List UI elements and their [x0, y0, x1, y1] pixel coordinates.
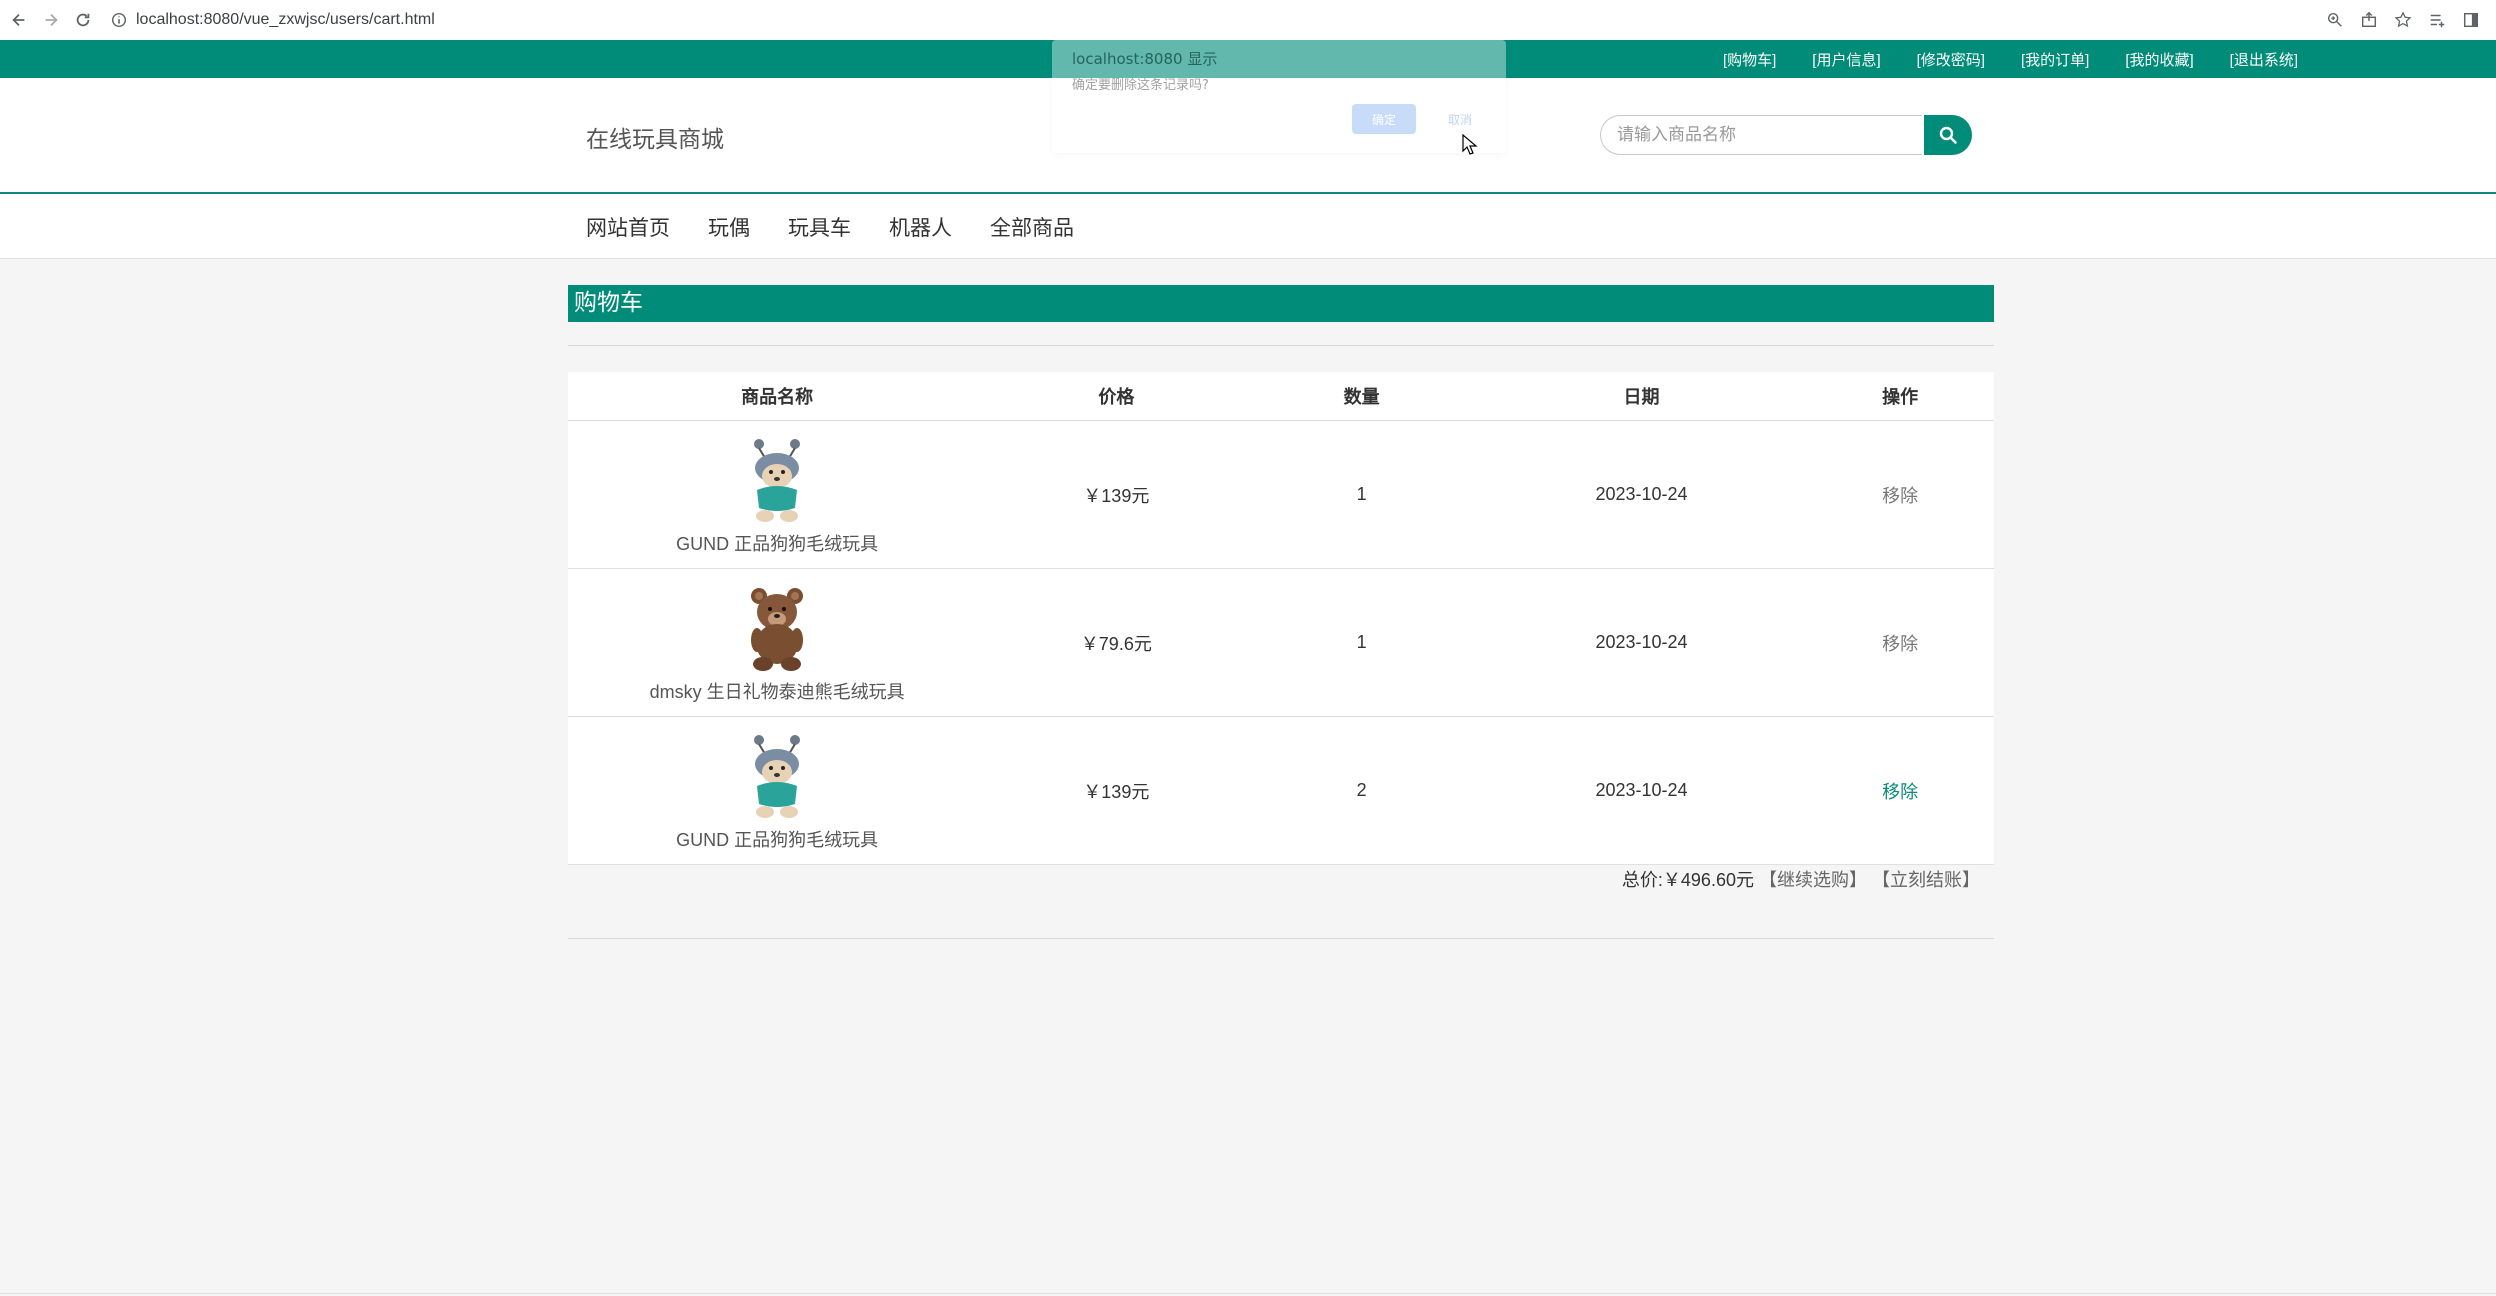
bookmark-star-icon[interactable]	[2388, 5, 2418, 35]
zoom-icon[interactable]	[2320, 5, 2350, 35]
product-image-dog-plush[interactable]	[737, 434, 817, 524]
product-date: 2023-10-24	[1476, 568, 1807, 717]
toplink-my-orders[interactable]: [我的订单]	[2021, 49, 2089, 70]
url-text[interactable]: localhost:8080/vue_zxwjsc/users/cart.htm…	[136, 11, 435, 29]
back-arrow-icon[interactable]	[6, 7, 32, 33]
cart-title: 购物车	[568, 285, 1994, 322]
product-quantity: 1	[1246, 568, 1477, 717]
product-name[interactable]: GUND 正品狗狗毛绒玩具	[676, 530, 878, 556]
confirm-dialog: localhost:8080 显示 确定要删除这条记录吗? 确定 取消	[1052, 40, 1506, 153]
main-nav: 网站首页 玩偶 玩具车 机器人 全部商品	[0, 194, 2496, 259]
checkout-link[interactable]: 【立刻结账】	[1872, 870, 1980, 890]
share-icon[interactable]	[2354, 5, 2384, 35]
product-name[interactable]: GUND 正品狗狗毛绒玩具	[676, 826, 878, 852]
product-quantity: 1	[1246, 420, 1477, 569]
table-row: GUND 正品狗狗毛绒玩具 ￥139元 2 2023-10-24 移除	[568, 716, 1994, 865]
product-date: 2023-10-24	[1476, 716, 1807, 865]
toplink-user-info[interactable]: [用户信息]	[1812, 49, 1880, 70]
column-header-date: 日期	[1476, 372, 1807, 421]
cart-summary: 总价:￥496.60元 【继续选购】 【立刻结账】	[568, 866, 1980, 892]
column-header-action: 操作	[1806, 372, 1994, 421]
nav-item-home[interactable]: 网站首页	[586, 212, 670, 242]
search-button[interactable]	[1924, 115, 1972, 155]
product-quantity: 2	[1246, 716, 1477, 865]
toplink-change-password[interactable]: [修改密码]	[1917, 49, 1985, 70]
browser-toolbar: localhost:8080/vue_zxwjsc/users/cart.htm…	[0, 0, 2496, 41]
address-bar[interactable]: localhost:8080/vue_zxwjsc/users/cart.htm…	[110, 11, 435, 29]
product-price: ￥139元	[986, 716, 1247, 865]
remove-button[interactable]: 移除	[1882, 634, 1918, 654]
site-info-icon[interactable]	[110, 11, 128, 29]
product-image-teddy-bear[interactable]	[737, 582, 817, 672]
product-name[interactable]: dmsky 生日礼物泰迪熊毛绒玩具	[650, 678, 905, 704]
reload-icon[interactable]	[70, 7, 96, 33]
nav-item-robots[interactable]: 机器人	[889, 212, 952, 242]
column-header-quantity: 数量	[1246, 372, 1477, 421]
side-panel-icon[interactable]	[2456, 5, 2486, 35]
dialog-title: localhost:8080 显示	[1072, 50, 1218, 68]
divider	[0, 1293, 2496, 1294]
cart-table: 商品名称 价格 数量 日期 操作 GUND 正品狗狗毛绒玩具 ￥139元 1 2…	[568, 372, 1994, 865]
table-header-row: 商品名称 价格 数量 日期 操作	[568, 372, 1994, 421]
toplink-logout[interactable]: [退出系统]	[2230, 49, 2298, 70]
column-header-price: 价格	[986, 372, 1247, 421]
mouse-cursor-icon	[1462, 134, 1478, 155]
continue-shopping-link[interactable]: 【继续选购】	[1759, 870, 1867, 890]
total-price: 总价:￥496.60元	[1621, 870, 1754, 890]
site-title[interactable]: 在线玩具商城	[586, 120, 724, 154]
product-image-dog-plush[interactable]	[737, 730, 817, 820]
reading-list-icon[interactable]	[2422, 5, 2452, 35]
product-price: ￥79.6元	[986, 568, 1247, 717]
dialog-ok-button[interactable]: 确定	[1352, 104, 1416, 134]
divider	[568, 345, 1994, 346]
forward-arrow-icon[interactable]	[38, 7, 64, 33]
table-row: dmsky 生日礼物泰迪熊毛绒玩具 ￥79.6元 1 2023-10-24 移除	[568, 568, 1994, 717]
product-price: ￥139元	[986, 420, 1247, 569]
column-header-product: 商品名称	[568, 372, 987, 421]
table-row: GUND 正品狗狗毛绒玩具 ￥139元 1 2023-10-24 移除	[568, 420, 1994, 569]
toplink-my-favorites[interactable]: [我的收藏]	[2125, 49, 2193, 70]
dialog-message: 确定要删除这条记录吗?	[1072, 78, 1209, 93]
nav-item-all-products[interactable]: 全部商品	[990, 212, 1074, 242]
divider	[568, 938, 1994, 939]
toplink-cart[interactable]: [购物车]	[1723, 49, 1776, 70]
nav-item-toy-cars[interactable]: 玩具车	[788, 212, 851, 242]
dialog-cancel-button[interactable]: 取消	[1428, 104, 1492, 134]
search-icon	[1939, 126, 1957, 144]
remove-button[interactable]: 移除	[1882, 782, 1918, 802]
remove-button[interactable]: 移除	[1882, 486, 1918, 506]
search-input[interactable]	[1600, 115, 1922, 155]
product-date: 2023-10-24	[1476, 420, 1807, 569]
nav-item-dolls[interactable]: 玩偶	[708, 212, 750, 242]
